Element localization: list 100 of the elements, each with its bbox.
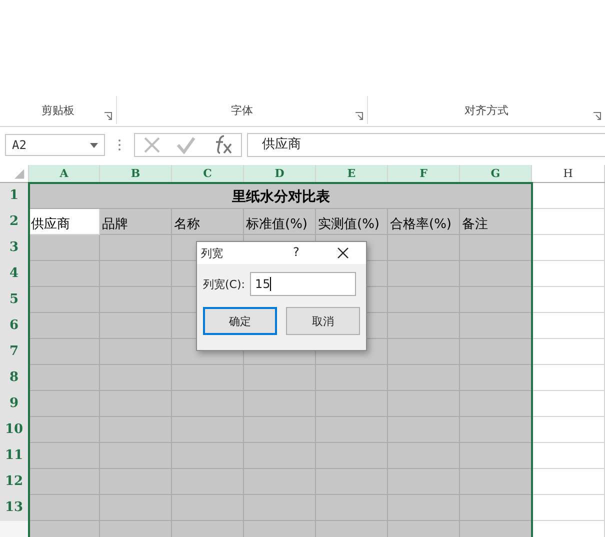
table-cell: 实测值(%)	[316, 209, 388, 235]
table-cell	[460, 235, 532, 261]
table-cell	[172, 365, 244, 391]
table-cell: 标准值(%)	[244, 209, 316, 235]
table-cell	[460, 391, 532, 417]
table-cell	[388, 287, 460, 313]
table-cell	[172, 443, 244, 469]
table-cell	[244, 521, 316, 537]
table-cell	[29, 469, 100, 495]
table-cell	[316, 365, 388, 391]
table-cell	[460, 521, 532, 537]
column-width-field[interactable]: 15	[250, 272, 356, 296]
table-cell	[460, 339, 532, 365]
column-header[interactable]: D	[244, 165, 316, 182]
name-box[interactable]: A2	[5, 134, 105, 156]
table-cell	[388, 469, 460, 495]
table-cell	[29, 313, 100, 339]
table-cell	[100, 235, 172, 261]
ok-button[interactable]: 确定	[203, 307, 277, 335]
table-cell: 备注	[460, 209, 532, 235]
row-header[interactable]: 4	[0, 261, 29, 287]
row-header[interactable]: 12	[0, 469, 29, 495]
table-cell	[29, 521, 100, 537]
formula-field[interactable]: 供应商	[247, 133, 605, 157]
dialog-launcher-icon[interactable]	[355, 112, 363, 120]
table-cell	[460, 261, 532, 287]
table-cell	[388, 313, 460, 339]
row-header[interactable]: 5	[0, 287, 29, 313]
table-cell	[316, 495, 388, 521]
table-cell	[460, 287, 532, 313]
column-header[interactable]: A	[29, 165, 100, 182]
table-cell	[388, 521, 460, 537]
table-cell	[388, 261, 460, 287]
table-cell	[100, 313, 172, 339]
table-cell	[316, 391, 388, 417]
table-cell	[29, 339, 100, 365]
table-cell	[29, 443, 100, 469]
row-header[interactable]: 8	[0, 365, 29, 391]
row-header[interactable]: 10	[0, 417, 29, 443]
help-button[interactable]: ?	[293, 245, 300, 259]
table-cell	[100, 521, 172, 537]
row-header[interactable]	[0, 521, 29, 537]
table-cell	[100, 443, 172, 469]
row-header[interactable]: 9	[0, 391, 29, 417]
table-cell	[388, 339, 460, 365]
table-cell	[244, 417, 316, 443]
table-cell	[100, 287, 172, 313]
group-label: 剪贴板	[42, 102, 74, 118]
row-header[interactable]: 3	[0, 235, 29, 261]
table-cell	[316, 443, 388, 469]
table-cell	[316, 417, 388, 443]
table-cell	[244, 443, 316, 469]
table-cell	[388, 443, 460, 469]
row-header[interactable]: 13	[0, 495, 29, 521]
table-cell	[460, 443, 532, 469]
check-icon[interactable]	[176, 136, 196, 154]
row-header[interactable]: 7	[0, 339, 29, 365]
table-cell: 供应商	[29, 209, 100, 235]
table-cell	[29, 495, 100, 521]
column-header[interactable]: F	[388, 165, 460, 182]
cancel-button[interactable]: 取消	[286, 307, 360, 335]
table-cell	[29, 261, 100, 287]
table-cell	[388, 495, 460, 521]
table-cell	[460, 495, 532, 521]
table-cell	[460, 365, 532, 391]
row-header[interactable]: 6	[0, 313, 29, 339]
table-cell	[244, 391, 316, 417]
grip-icon	[118, 139, 121, 151]
table-cell	[29, 391, 100, 417]
table-cell	[100, 495, 172, 521]
table-cell: 名称	[172, 209, 244, 235]
row-header[interactable]: 2	[0, 209, 29, 235]
table-cell	[100, 365, 172, 391]
dialog-launcher-icon[interactable]	[104, 112, 112, 120]
column-header[interactable]: B	[100, 165, 172, 182]
dialog-title: 列宽	[201, 246, 223, 260]
row-header[interactable]: 1	[0, 183, 29, 209]
table-cell	[244, 365, 316, 391]
table-cell	[172, 417, 244, 443]
table-cell	[460, 469, 532, 495]
table-cell	[388, 235, 460, 261]
table-cell	[172, 391, 244, 417]
table-cell	[388, 417, 460, 443]
table-cell	[388, 365, 460, 391]
table-cell	[29, 365, 100, 391]
table-cell	[172, 469, 244, 495]
group-label: 字体	[231, 102, 253, 118]
table-title: 里纸水分对比表	[232, 188, 330, 207]
dialog-launcher-icon[interactable]	[593, 112, 601, 120]
group-label: 对齐方式	[464, 102, 508, 118]
table-cell	[100, 417, 172, 443]
column-header[interactable]: G	[460, 165, 532, 182]
column-header[interactable]: E	[316, 165, 388, 182]
table-cell	[460, 313, 532, 339]
column-header[interactable]: C	[172, 165, 244, 182]
close-icon[interactable]	[337, 247, 349, 259]
table-cell	[388, 391, 460, 417]
row-header[interactable]: 11	[0, 443, 29, 469]
table-cell	[172, 521, 244, 537]
table-cell	[100, 469, 172, 495]
